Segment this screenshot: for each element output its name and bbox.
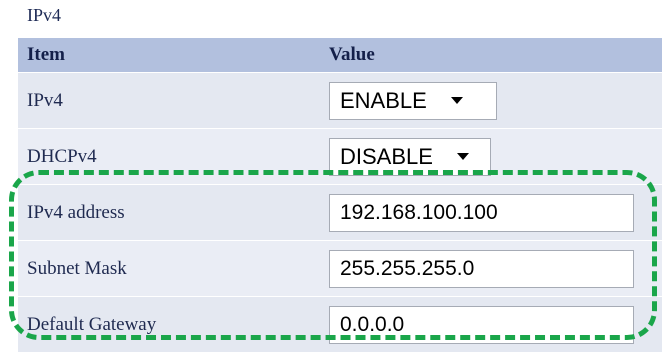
dhcpv4-select-value: DISABLE bbox=[340, 143, 433, 169]
row-label-dhcpv4: DHCPv4 bbox=[27, 145, 97, 167]
ipv4-address-field[interactable]: 192.168.100.100 bbox=[329, 193, 634, 232]
subnet-mask-field[interactable]: 255.255.255.0 bbox=[329, 249, 634, 288]
table-header-row: Item Value bbox=[18, 38, 662, 73]
row-label-ipv4: IPv4 bbox=[27, 89, 63, 111]
table-row: Default Gateway 0.0.0.0 bbox=[18, 297, 662, 353]
row-label-ipv4-address: IPv4 address bbox=[27, 201, 125, 223]
row-label-default-gateway: Default Gateway bbox=[27, 313, 157, 335]
ipv4-settings-table: Item Value IPv4 ENABLE DHCPv4 DISABLE IP… bbox=[18, 38, 662, 353]
row-label-subnet-mask: Subnet Mask bbox=[27, 257, 127, 279]
header-item: Item bbox=[27, 44, 65, 65]
table-row: IPv4 ENABLE bbox=[18, 73, 662, 129]
table-row: DHCPv4 DISABLE bbox=[18, 129, 662, 185]
default-gateway-field[interactable]: 0.0.0.0 bbox=[329, 305, 634, 344]
chevron-down-icon bbox=[450, 97, 463, 104]
table-row: IPv4 address 192.168.100.100 bbox=[18, 185, 662, 241]
section-title: IPv4 bbox=[27, 5, 62, 25]
chevron-down-icon bbox=[456, 153, 469, 160]
ipv4-select-value: ENABLE bbox=[340, 87, 427, 113]
header-value: Value bbox=[329, 44, 375, 65]
ipv4-enable-select[interactable]: ENABLE bbox=[329, 81, 497, 120]
dhcpv4-select[interactable]: DISABLE bbox=[329, 137, 491, 176]
table-row: Subnet Mask 255.255.255.0 bbox=[18, 241, 662, 297]
